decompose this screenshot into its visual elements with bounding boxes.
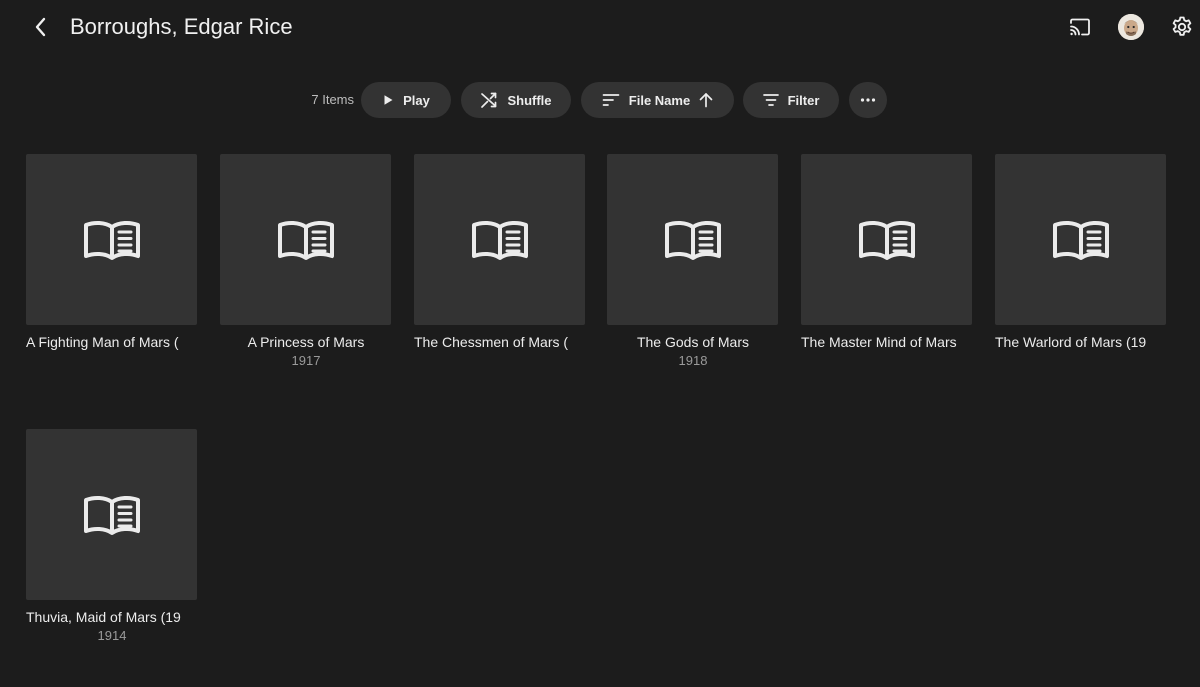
gear-icon [1172, 16, 1192, 36]
book-cover [414, 154, 585, 325]
page-title: Borroughs, Edgar Rice [70, 14, 293, 39]
book-card[interactable]: The Chessmen of Mars ( [414, 154, 586, 351]
shuffle-button[interactable]: Shuffle [461, 82, 571, 118]
shuffle-icon [480, 91, 498, 109]
book-card[interactable]: A Fighting Man of Mars ( [26, 154, 198, 351]
cast-button[interactable] [1065, 12, 1095, 42]
avatar [1118, 14, 1144, 40]
book-card[interactable]: A Princess of Mars 1917 [220, 154, 392, 369]
settings-button[interactable] [1167, 12, 1197, 42]
filter-icon [762, 93, 779, 107]
book-title: A Fighting Man of Mars ( [26, 334, 179, 350]
book-cover [607, 154, 778, 325]
book-icon [1052, 220, 1109, 260]
arrow-up-icon [699, 92, 713, 108]
filter-button[interactable]: Filter [743, 82, 839, 118]
book-card[interactable]: The Warlord of Mars (19 [995, 154, 1167, 351]
book-cover [801, 154, 972, 325]
play-button[interactable]: Play [361, 82, 451, 118]
user-avatar-icon [1118, 14, 1144, 40]
book-card[interactable]: The Gods of Mars 1918 [607, 154, 779, 369]
book-year: 1914 [97, 628, 127, 643]
book-card[interactable]: Thuvia, Maid of Mars (19 1914 [26, 429, 198, 644]
book-year: 1918 [678, 353, 708, 368]
book-icon [664, 220, 721, 260]
play-label: Play [403, 92, 430, 108]
filter-label: Filter [787, 92, 820, 108]
more-horizontal-icon [860, 98, 876, 102]
book-icon [858, 220, 915, 260]
book-title: The Master Mind of Mars [801, 334, 957, 350]
book-cover [26, 154, 197, 325]
shuffle-label: Shuffle [507, 92, 552, 108]
book-icon [83, 220, 140, 260]
book-icon [471, 220, 528, 260]
user-avatar-button[interactable] [1116, 12, 1146, 42]
book-title: The Warlord of Mars (19 [995, 334, 1147, 350]
cast-icon [1070, 18, 1090, 36]
book-title: The Chessmen of Mars ( [414, 334, 569, 350]
item-count: 7 Items [311, 92, 354, 107]
toolbar: 7 Items Play Shuffle File Name Filter [0, 82, 1200, 118]
sort-button[interactable]: File Name [581, 82, 734, 118]
more-button[interactable] [849, 82, 887, 118]
book-title: The Gods of Mars [636, 334, 750, 350]
back-button[interactable] [26, 12, 56, 42]
app-header: Borroughs, Edgar Rice [0, 0, 1200, 56]
sort-label: File Name [628, 92, 691, 108]
book-icon [83, 495, 140, 535]
chevron-left-icon [35, 17, 46, 37]
book-icon [277, 220, 334, 260]
book-cover [995, 154, 1166, 325]
book-title: Thuvia, Maid of Mars (19 [26, 609, 181, 625]
sort-icon [602, 93, 620, 107]
play-icon [382, 94, 394, 106]
book-cover [26, 429, 197, 600]
book-year: 1917 [291, 353, 321, 368]
book-cover [220, 154, 391, 325]
book-title: A Princess of Mars [247, 334, 365, 350]
book-card[interactable]: The Master Mind of Mars [801, 154, 973, 351]
